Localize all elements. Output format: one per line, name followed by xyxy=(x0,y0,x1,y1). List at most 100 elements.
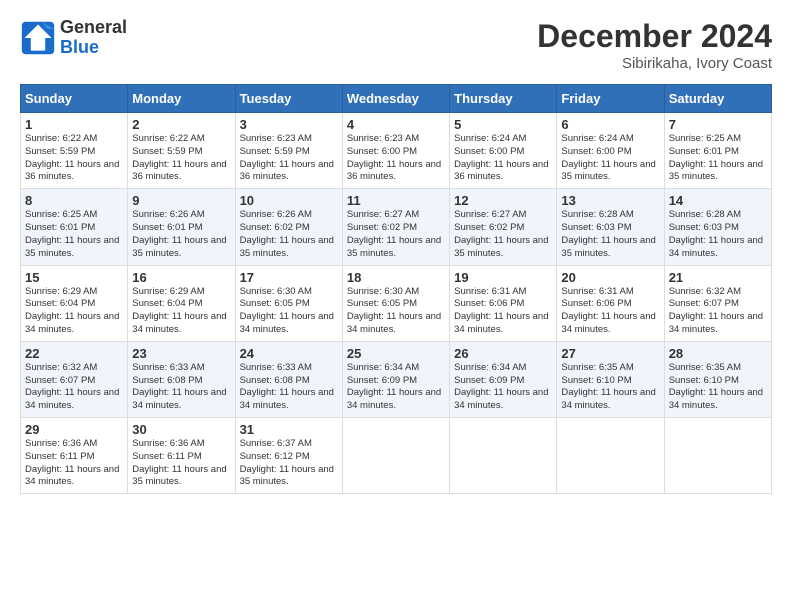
day-number: 21 xyxy=(669,270,767,285)
table-row: 26Sunrise: 6:34 AMSunset: 6:09 PMDayligh… xyxy=(450,341,557,417)
logo: General Blue xyxy=(20,18,127,58)
table-row: 17Sunrise: 6:30 AMSunset: 6:05 PMDayligh… xyxy=(235,265,342,341)
cell-info: Sunrise: 6:30 AMSunset: 6:05 PMDaylight:… xyxy=(347,286,441,335)
day-number: 19 xyxy=(454,270,552,285)
col-sunday: Sunday xyxy=(21,85,128,113)
cell-info: Sunrise: 6:32 AMSunset: 6:07 PMDaylight:… xyxy=(669,286,763,335)
table-row: 5Sunrise: 6:24 AMSunset: 6:00 PMDaylight… xyxy=(450,113,557,189)
day-number: 23 xyxy=(132,346,230,361)
table-row xyxy=(664,418,771,494)
title-block: December 2024 Sibirikaha, Ivory Coast xyxy=(537,18,772,72)
day-number: 8 xyxy=(25,193,123,208)
col-thursday: Thursday xyxy=(450,85,557,113)
table-row: 22Sunrise: 6:32 AMSunset: 6:07 PMDayligh… xyxy=(21,341,128,417)
header-row: Sunday Monday Tuesday Wednesday Thursday… xyxy=(21,85,772,113)
calendar-week-row: 22Sunrise: 6:32 AMSunset: 6:07 PMDayligh… xyxy=(21,341,772,417)
day-number: 3 xyxy=(240,117,338,132)
subtitle: Sibirikaha, Ivory Coast xyxy=(537,55,772,72)
day-number: 25 xyxy=(347,346,445,361)
table-row: 9Sunrise: 6:26 AMSunset: 6:01 PMDaylight… xyxy=(128,189,235,265)
cell-info: Sunrise: 6:28 AMSunset: 6:03 PMDaylight:… xyxy=(561,209,655,258)
cell-info: Sunrise: 6:23 AMSunset: 6:00 PMDaylight:… xyxy=(347,133,441,182)
day-number: 2 xyxy=(132,117,230,132)
day-number: 6 xyxy=(561,117,659,132)
cell-info: Sunrise: 6:25 AMSunset: 6:01 PMDaylight:… xyxy=(669,133,763,182)
cell-info: Sunrise: 6:29 AMSunset: 6:04 PMDaylight:… xyxy=(25,286,119,335)
cell-info: Sunrise: 6:26 AMSunset: 6:02 PMDaylight:… xyxy=(240,209,334,258)
table-row: 6Sunrise: 6:24 AMSunset: 6:00 PMDaylight… xyxy=(557,113,664,189)
cell-info: Sunrise: 6:29 AMSunset: 6:04 PMDaylight:… xyxy=(132,286,226,335)
day-number: 7 xyxy=(669,117,767,132)
cell-info: Sunrise: 6:22 AMSunset: 5:59 PMDaylight:… xyxy=(25,133,119,182)
page: General Blue December 2024 Sibirikaha, I… xyxy=(0,0,792,504)
day-number: 28 xyxy=(669,346,767,361)
table-row: 8Sunrise: 6:25 AMSunset: 6:01 PMDaylight… xyxy=(21,189,128,265)
day-number: 18 xyxy=(347,270,445,285)
day-number: 30 xyxy=(132,422,230,437)
cell-info: Sunrise: 6:28 AMSunset: 6:03 PMDaylight:… xyxy=(669,209,763,258)
table-row: 1Sunrise: 6:22 AMSunset: 5:59 PMDaylight… xyxy=(21,113,128,189)
col-friday: Friday xyxy=(557,85,664,113)
table-row: 15Sunrise: 6:29 AMSunset: 6:04 PMDayligh… xyxy=(21,265,128,341)
cell-info: Sunrise: 6:35 AMSunset: 6:10 PMDaylight:… xyxy=(669,362,763,411)
calendar-week-row: 8Sunrise: 6:25 AMSunset: 6:01 PMDaylight… xyxy=(21,189,772,265)
cell-info: Sunrise: 6:23 AMSunset: 5:59 PMDaylight:… xyxy=(240,133,334,182)
cell-info: Sunrise: 6:34 AMSunset: 6:09 PMDaylight:… xyxy=(454,362,548,411)
day-number: 20 xyxy=(561,270,659,285)
day-number: 11 xyxy=(347,193,445,208)
table-row: 29Sunrise: 6:36 AMSunset: 6:11 PMDayligh… xyxy=(21,418,128,494)
table-row xyxy=(342,418,449,494)
cell-info: Sunrise: 6:24 AMSunset: 6:00 PMDaylight:… xyxy=(454,133,548,182)
day-number: 31 xyxy=(240,422,338,437)
cell-info: Sunrise: 6:22 AMSunset: 5:59 PMDaylight:… xyxy=(132,133,226,182)
table-row: 23Sunrise: 6:33 AMSunset: 6:08 PMDayligh… xyxy=(128,341,235,417)
table-row: 2Sunrise: 6:22 AMSunset: 5:59 PMDaylight… xyxy=(128,113,235,189)
day-number: 26 xyxy=(454,346,552,361)
cell-info: Sunrise: 6:31 AMSunset: 6:06 PMDaylight:… xyxy=(454,286,548,335)
table-row: 28Sunrise: 6:35 AMSunset: 6:10 PMDayligh… xyxy=(664,341,771,417)
table-row: 14Sunrise: 6:28 AMSunset: 6:03 PMDayligh… xyxy=(664,189,771,265)
day-number: 5 xyxy=(454,117,552,132)
table-row: 3Sunrise: 6:23 AMSunset: 5:59 PMDaylight… xyxy=(235,113,342,189)
table-row: 18Sunrise: 6:30 AMSunset: 6:05 PMDayligh… xyxy=(342,265,449,341)
day-number: 9 xyxy=(132,193,230,208)
table-row: 19Sunrise: 6:31 AMSunset: 6:06 PMDayligh… xyxy=(450,265,557,341)
calendar-week-row: 1Sunrise: 6:22 AMSunset: 5:59 PMDaylight… xyxy=(21,113,772,189)
col-monday: Monday xyxy=(128,85,235,113)
cell-info: Sunrise: 6:27 AMSunset: 6:02 PMDaylight:… xyxy=(454,209,548,258)
table-row xyxy=(557,418,664,494)
logo-icon xyxy=(20,20,56,56)
day-number: 1 xyxy=(25,117,123,132)
cell-info: Sunrise: 6:27 AMSunset: 6:02 PMDaylight:… xyxy=(347,209,441,258)
day-number: 17 xyxy=(240,270,338,285)
day-number: 10 xyxy=(240,193,338,208)
table-row: 7Sunrise: 6:25 AMSunset: 6:01 PMDaylight… xyxy=(664,113,771,189)
table-row: 27Sunrise: 6:35 AMSunset: 6:10 PMDayligh… xyxy=(557,341,664,417)
header: General Blue December 2024 Sibirikaha, I… xyxy=(20,18,772,72)
calendar-week-row: 15Sunrise: 6:29 AMSunset: 6:04 PMDayligh… xyxy=(21,265,772,341)
col-wednesday: Wednesday xyxy=(342,85,449,113)
cell-info: Sunrise: 6:35 AMSunset: 6:10 PMDaylight:… xyxy=(561,362,655,411)
table-row: 20Sunrise: 6:31 AMSunset: 6:06 PMDayligh… xyxy=(557,265,664,341)
table-row: 21Sunrise: 6:32 AMSunset: 6:07 PMDayligh… xyxy=(664,265,771,341)
logo-text-blue: Blue xyxy=(60,38,127,58)
cell-info: Sunrise: 6:32 AMSunset: 6:07 PMDaylight:… xyxy=(25,362,119,411)
cell-info: Sunrise: 6:31 AMSunset: 6:06 PMDaylight:… xyxy=(561,286,655,335)
calendar-week-row: 29 Sunrise: 6:36 AMSunset: 6:11 PMDayligh… xyxy=(21,418,772,494)
day-number: 27 xyxy=(561,346,659,361)
table-row: 4Sunrise: 6:23 AMSunset: 6:00 PMDaylight… xyxy=(342,113,449,189)
cell-info: Sunrise: 6:36 AMSunset: 6:11 PMDaylight:… xyxy=(132,438,226,487)
cell-info: Sunrise: 6:33 AMSunset: 6:08 PMDaylight:… xyxy=(240,362,334,411)
cell-info: Sunrise: 6:33 AMSunset: 6:08 PMDaylight:… xyxy=(132,362,226,411)
day-number: 13 xyxy=(561,193,659,208)
day-number: 29 xyxy=(25,422,123,437)
table-row: 10Sunrise: 6:26 AMSunset: 6:02 PMDayligh… xyxy=(235,189,342,265)
table-row: 25Sunrise: 6:34 AMSunset: 6:09 PMDayligh… xyxy=(342,341,449,417)
main-title: December 2024 xyxy=(537,18,772,55)
day-number: 24 xyxy=(240,346,338,361)
table-row: 11Sunrise: 6:27 AMSunset: 6:02 PMDayligh… xyxy=(342,189,449,265)
day-number: 16 xyxy=(132,270,230,285)
table-row: 24Sunrise: 6:33 AMSunset: 6:08 PMDayligh… xyxy=(235,341,342,417)
day-number: 15 xyxy=(25,270,123,285)
cell-info: Sunrise: 6:34 AMSunset: 6:09 PMDaylight:… xyxy=(347,362,441,411)
